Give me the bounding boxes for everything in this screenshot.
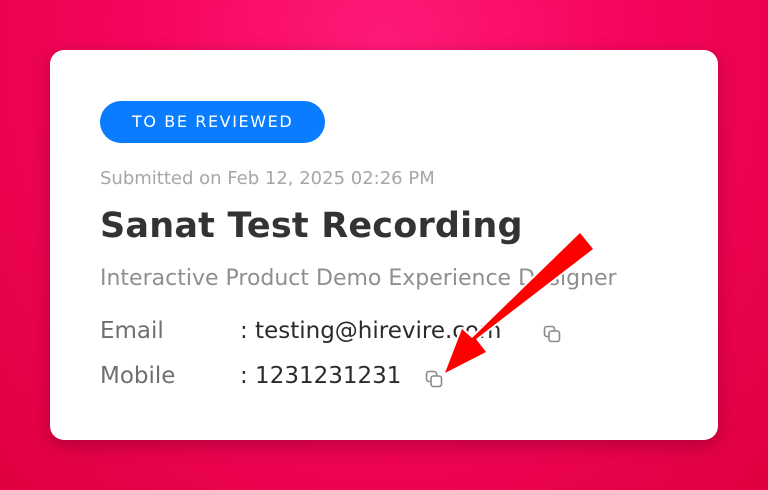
page-title: Sanat Test Recording [100,206,523,246]
mobile-label: Mobile [100,363,176,389]
copy-email-icon[interactable] [542,324,562,344]
submitted-date: Submitted on Feb 12, 2025 02:26 PM [100,168,435,189]
email-value: : testing@hirevire.com [240,318,502,344]
submission-card: TO BE REVIEWED Submitted on Feb 12, 2025… [50,50,718,440]
job-title: Interactive Product Demo Experience Desi… [100,266,617,291]
email-label: Email [100,318,164,344]
status-badge: TO BE REVIEWED [100,101,326,143]
mobile-value: : 1231231231 [240,363,402,389]
copy-mobile-icon[interactable] [424,369,444,389]
